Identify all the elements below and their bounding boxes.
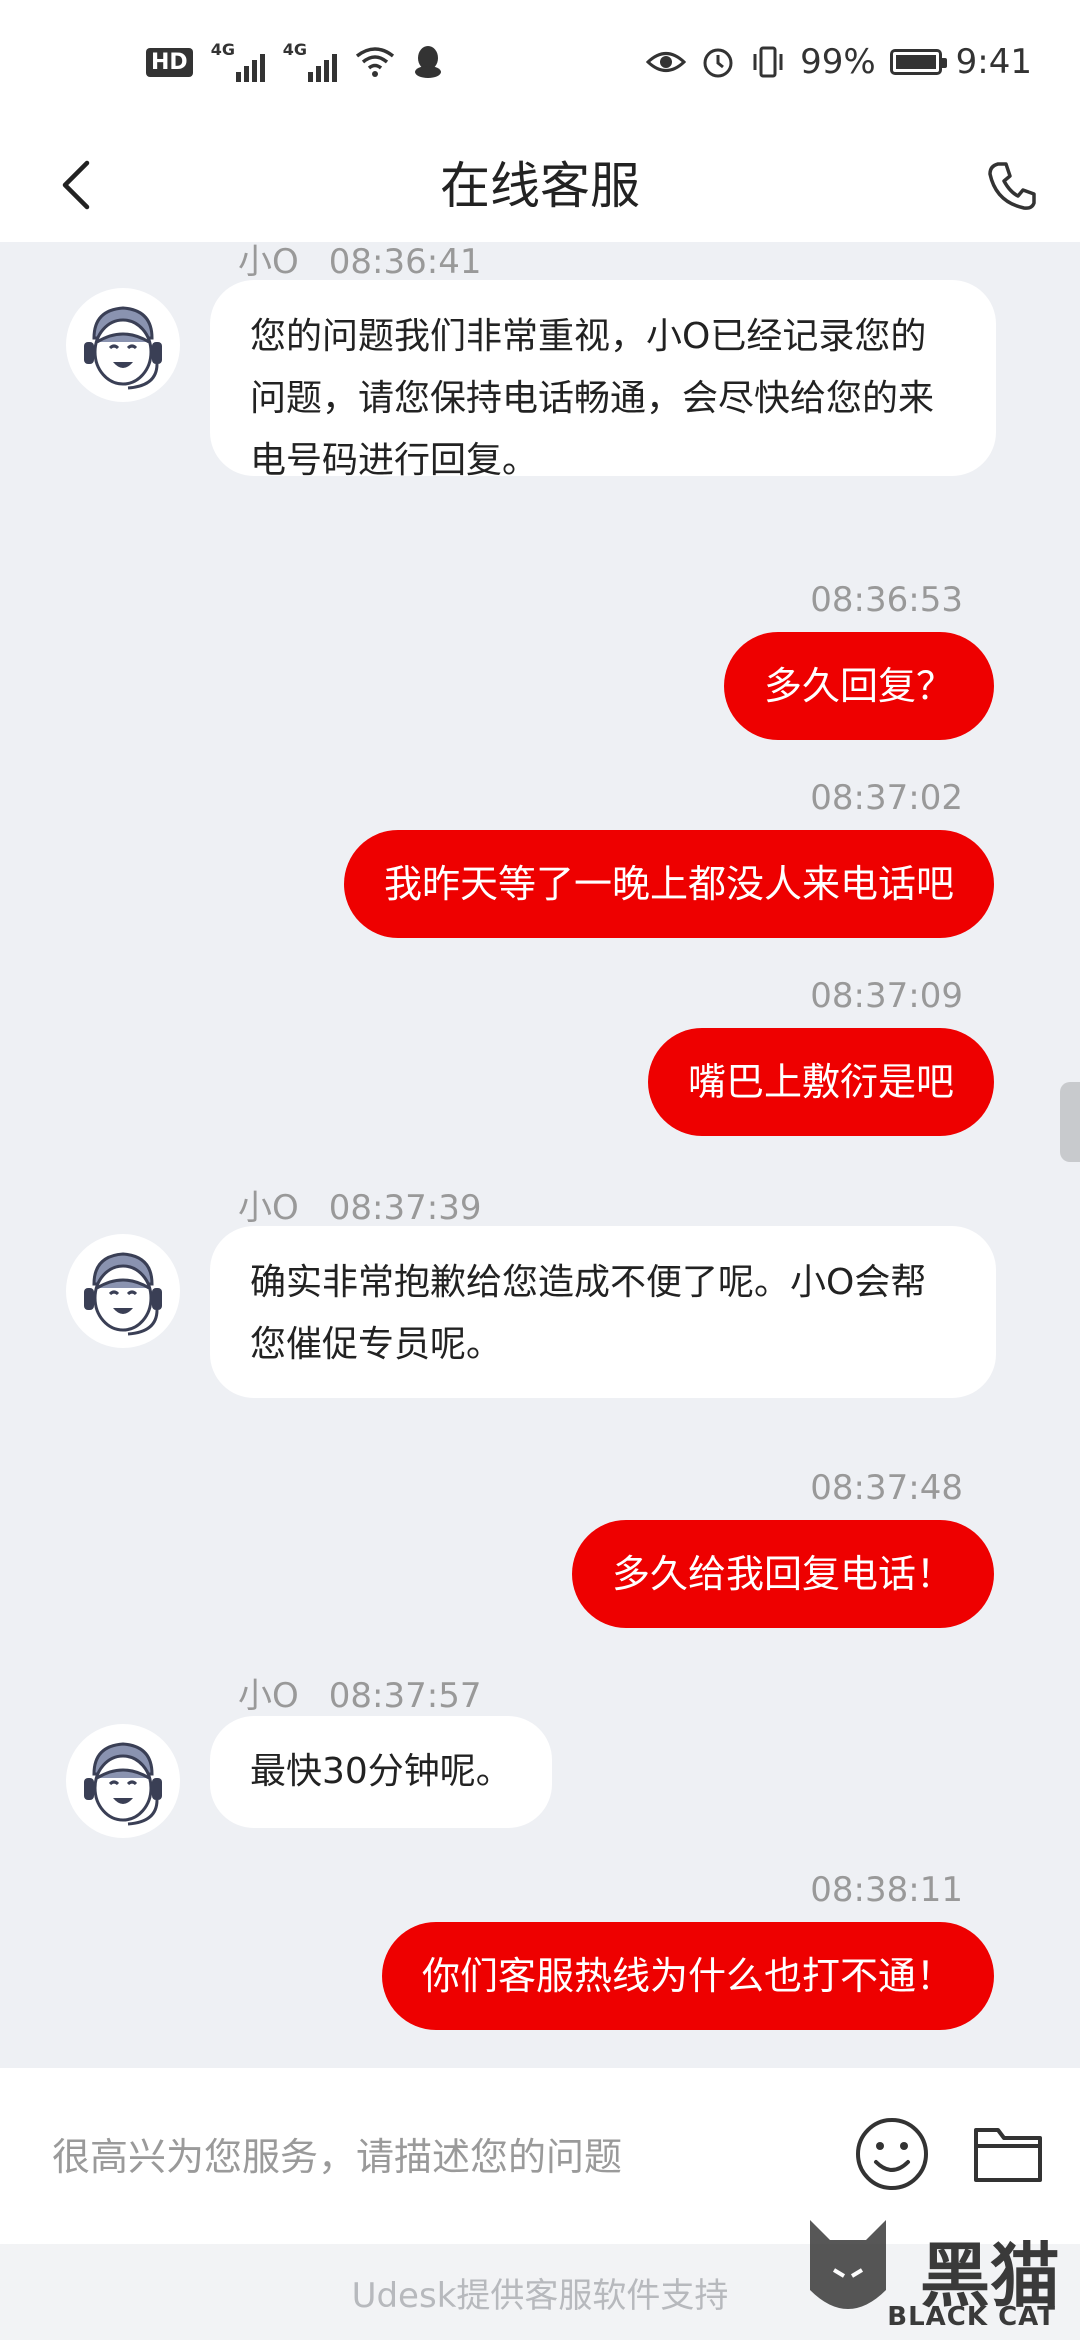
outgoing-message-bubble: 你们客服热线为什么也打不通！ xyxy=(381,1922,994,2030)
message-input[interactable] xyxy=(50,2128,814,2186)
wifi-icon xyxy=(355,47,394,77)
status-left-icons: HD 4G 4G xyxy=(146,40,443,82)
battery-percent: 99% xyxy=(800,42,876,82)
incoming-message-bubble: 最快30分钟呢。 xyxy=(210,1716,552,1828)
message-meta: 小O 08:36:41 xyxy=(238,242,481,283)
emoji-icon[interactable] xyxy=(852,2114,932,2194)
cat-logo-icon xyxy=(810,2220,886,2309)
agent-avatar-icon xyxy=(66,1724,180,1838)
incoming-message-bubble: 确实非常抱歉给您造成不便了呢。小O会帮您催促专员呢。 xyxy=(210,1226,996,1398)
message-time: 08:37:48 xyxy=(810,1468,963,1508)
call-button[interactable] xyxy=(974,148,1050,224)
eye-icon xyxy=(646,52,687,72)
agent-avatar-icon xyxy=(66,288,180,402)
message-meta: 小O 08:37:57 xyxy=(238,1668,481,1717)
signal-icon-2: 4G xyxy=(283,40,337,82)
page-title: 在线客服 xyxy=(440,157,640,215)
scrollbar[interactable] xyxy=(1060,1082,1080,1162)
outgoing-message-bubble: 多久给我回复电话！ xyxy=(571,1520,994,1628)
phone-icon xyxy=(988,162,1036,210)
black-cat-watermark: 黑猫 BLACK CAT xyxy=(800,2210,1070,2340)
agent-avatar-icon xyxy=(66,1234,180,1348)
folder-icon[interactable] xyxy=(970,2116,1046,2192)
message-time: 08:37:39 xyxy=(328,1188,482,1228)
status-bar: HD 4G 4G 99% 9:41 xyxy=(0,0,1080,130)
incoming-message-bubble: 您的问题我们非常重视，小O已经记录您的问题，请您保持电话畅通，会尽快给您的来电号… xyxy=(210,280,996,481)
alarm-icon xyxy=(703,48,733,78)
message-time: 08:37:02 xyxy=(810,778,963,818)
qq-icon xyxy=(414,46,441,78)
outgoing-message-bubble: 多久回复？ xyxy=(723,632,994,740)
message-time: 08:37:09 xyxy=(810,976,963,1016)
battery-icon xyxy=(889,49,947,75)
message-meta: 小O 08:37:39 xyxy=(238,1180,481,1229)
hd-icon: HD xyxy=(146,47,193,77)
vibrate-icon xyxy=(753,46,783,78)
watermark-english: BLACK CAT xyxy=(887,2302,1056,2332)
signal-icon: 4G xyxy=(211,40,265,82)
status-right-icons: 99% 9:41 xyxy=(646,42,1032,82)
chat-area[interactable]: 小O 08:36:41 您的问题我们非常重视，小O已经记录您的问题，请您保持电话畅… xyxy=(0,242,1080,2068)
sender-name: 小O xyxy=(238,1676,299,1716)
chat-header: 在线客服 xyxy=(0,130,1080,242)
status-time: 9:41 xyxy=(955,42,1032,82)
message-time: 08:38:11 xyxy=(810,1870,963,1910)
message-time: 08:37:57 xyxy=(328,1676,482,1716)
sender-name: 小O xyxy=(238,242,299,282)
message-time: 08:36:53 xyxy=(810,580,963,620)
outgoing-message-bubble: 嘴巴上敷衍是吧 xyxy=(647,1028,994,1136)
sender-name: 小O xyxy=(238,1188,299,1228)
outgoing-message-bubble: 我昨天等了一晚上都没人来电话吧 xyxy=(343,830,994,938)
message-time: 08:36:41 xyxy=(328,242,482,282)
